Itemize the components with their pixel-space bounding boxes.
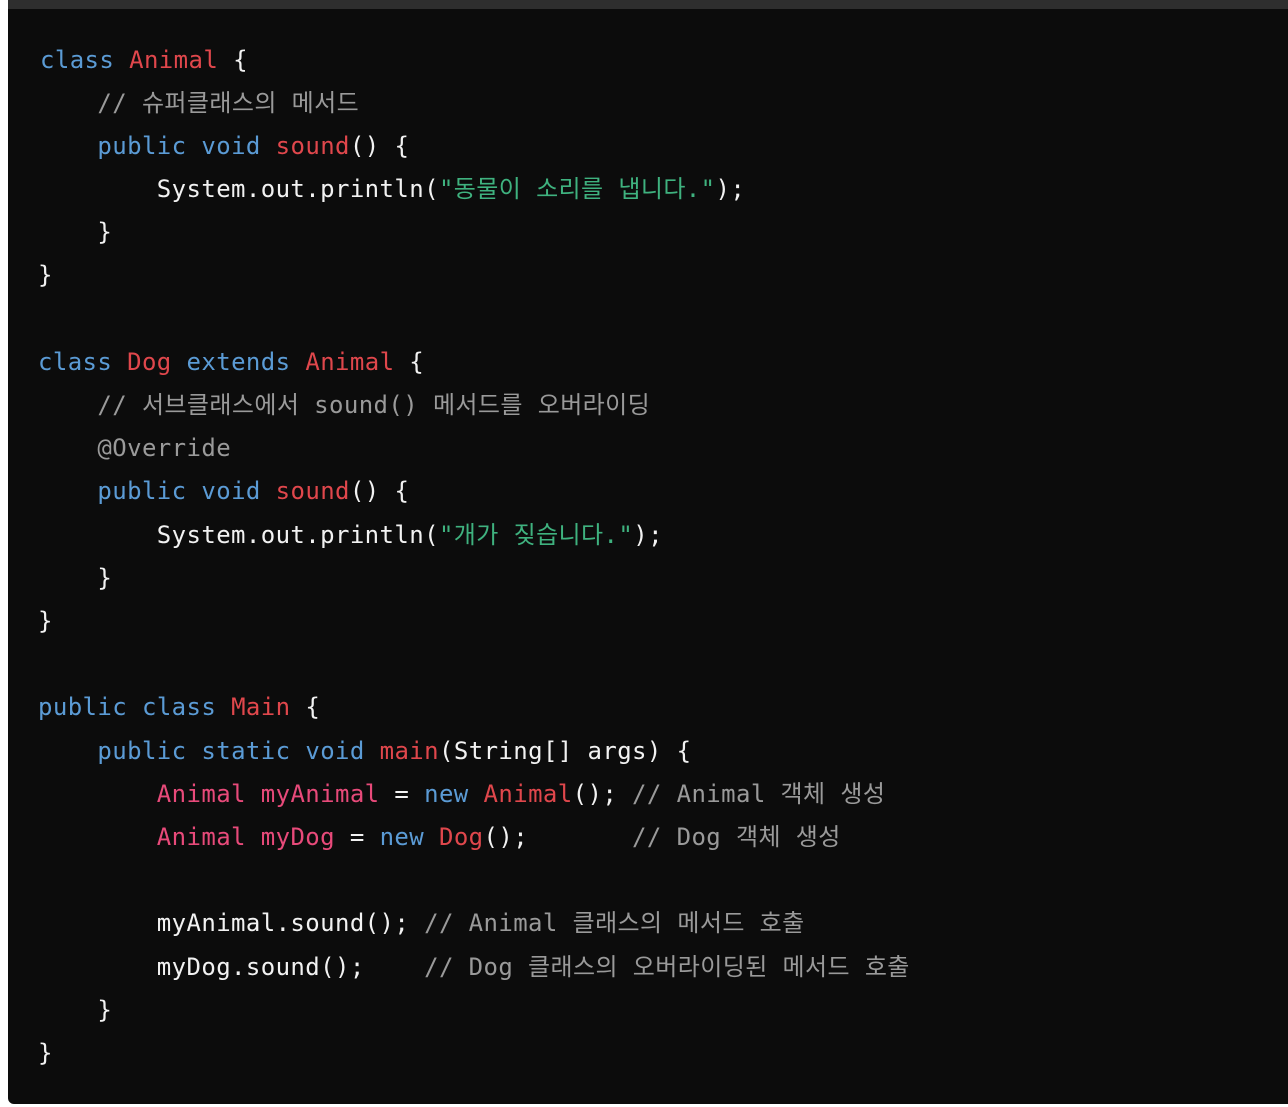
code-line: Animal myAnimal = new Animal(); // Anima… <box>38 779 885 809</box>
code-token: System.out.println( <box>38 175 439 203</box>
code-token: extends <box>186 348 291 376</box>
code-token: class <box>38 348 113 376</box>
code-token: Main <box>231 693 291 721</box>
code-token: Animal myAnimal <box>156 780 380 808</box>
code-token: Dog <box>438 823 484 851</box>
code-token: // 서브클래스에서 sound() 메서드를 오버라이딩 <box>38 391 651 419</box>
code-token: "동물이 소리를 냅니다." <box>438 175 716 203</box>
code-line: @Override <box>38 433 231 463</box>
code-token: void <box>201 477 261 505</box>
code-line: System.out.println("동물이 소리를 냅니다."); <box>38 174 745 204</box>
code-token: Animal <box>129 46 219 74</box>
code-token: System.out.println( <box>38 521 439 549</box>
code-token: { <box>218 46 248 74</box>
code-line: } <box>38 217 112 247</box>
code-line: Animal myDog = new Dog(); // Dog 객체 생성 <box>38 822 841 852</box>
code-token: { <box>290 693 321 721</box>
code-token: sound <box>275 477 350 505</box>
code-token: (String[] args) { <box>439 737 692 765</box>
code-line: public void sound() { <box>38 476 409 506</box>
code-line: } <box>38 606 53 636</box>
code-token: } <box>38 1039 53 1067</box>
code-token: static <box>201 737 291 765</box>
code-token: main <box>379 737 440 765</box>
code-line: System.out.println("개가 짖습니다."); <box>38 520 663 550</box>
code-token: @Override <box>38 434 232 462</box>
code-token: sound <box>275 132 350 160</box>
code-token: { <box>394 348 425 376</box>
code-token: Dog <box>127 348 172 376</box>
code-content[interactable]: class Animal { // 슈퍼클래스의 메서드 public void… <box>8 0 1288 1104</box>
code-token: void <box>201 132 261 160</box>
code-token: } <box>38 996 113 1024</box>
code-token: new <box>379 823 425 851</box>
code-token: void <box>305 737 365 765</box>
code-token: Animal <box>483 780 573 808</box>
code-token: Animal <box>305 348 395 376</box>
code-line: // 서브클래스에서 sound() 메서드를 오버라이딩 <box>38 390 650 420</box>
code-token: myAnimal.sound(); <box>38 909 425 937</box>
code-line: class Animal { <box>40 45 248 75</box>
code-line: public class Main { <box>38 692 320 722</box>
code-line: // 슈퍼클래스의 메서드 <box>38 88 359 118</box>
code-token: // Dog 클래스의 오버라이딩된 메서드 호출 <box>424 953 910 981</box>
code-line: public void sound() { <box>38 131 409 161</box>
code-token: () { <box>349 132 410 160</box>
code-token: public <box>97 132 187 160</box>
code-token: // Animal 클래스의 메서드 호출 <box>424 909 805 937</box>
code-token: public <box>97 737 187 765</box>
code-token: new <box>424 780 469 808</box>
code-token: ); <box>715 175 746 203</box>
code-token: class <box>141 693 217 721</box>
code-line: } <box>38 995 112 1025</box>
code-token: class <box>40 46 115 74</box>
code-token: public <box>97 477 187 505</box>
code-token: myDog.sound(); <box>38 953 425 981</box>
code-token: () { <box>349 477 410 505</box>
code-line: } <box>38 260 53 290</box>
code-token: } <box>38 218 113 246</box>
code-line: public static void main(String[] args) { <box>38 736 691 766</box>
code-token: = <box>379 780 425 808</box>
code-token: public <box>38 693 128 721</box>
code-token: // 슈퍼클래스의 메서드 <box>38 89 360 117</box>
code-token: // Animal 객체 생성 <box>632 780 886 808</box>
code-token: = <box>335 823 380 851</box>
code-token: ); <box>633 521 663 549</box>
code-token: Animal myDog <box>156 823 335 851</box>
code-line: myDog.sound(); // Dog 클래스의 오버라이딩된 메서드 호출 <box>38 952 910 982</box>
code-token: (); <box>483 823 633 851</box>
code-token: } <box>38 564 113 592</box>
code-block: class Animal { // 슈퍼클래스의 메서드 public void… <box>8 0 1288 1104</box>
code-line: } <box>38 563 112 593</box>
code-token: } <box>38 261 53 289</box>
code-token: (); <box>572 780 633 808</box>
code-token: } <box>38 607 53 635</box>
code-line: class Dog extends Animal { <box>38 347 424 377</box>
code-token: "개가 짖습니다." <box>438 521 634 549</box>
code-line: } <box>38 1038 53 1068</box>
code-line: myAnimal.sound(); // Animal 클래스의 메서드 호출 <box>38 908 805 938</box>
code-token: // Dog 객체 생성 <box>632 823 841 851</box>
